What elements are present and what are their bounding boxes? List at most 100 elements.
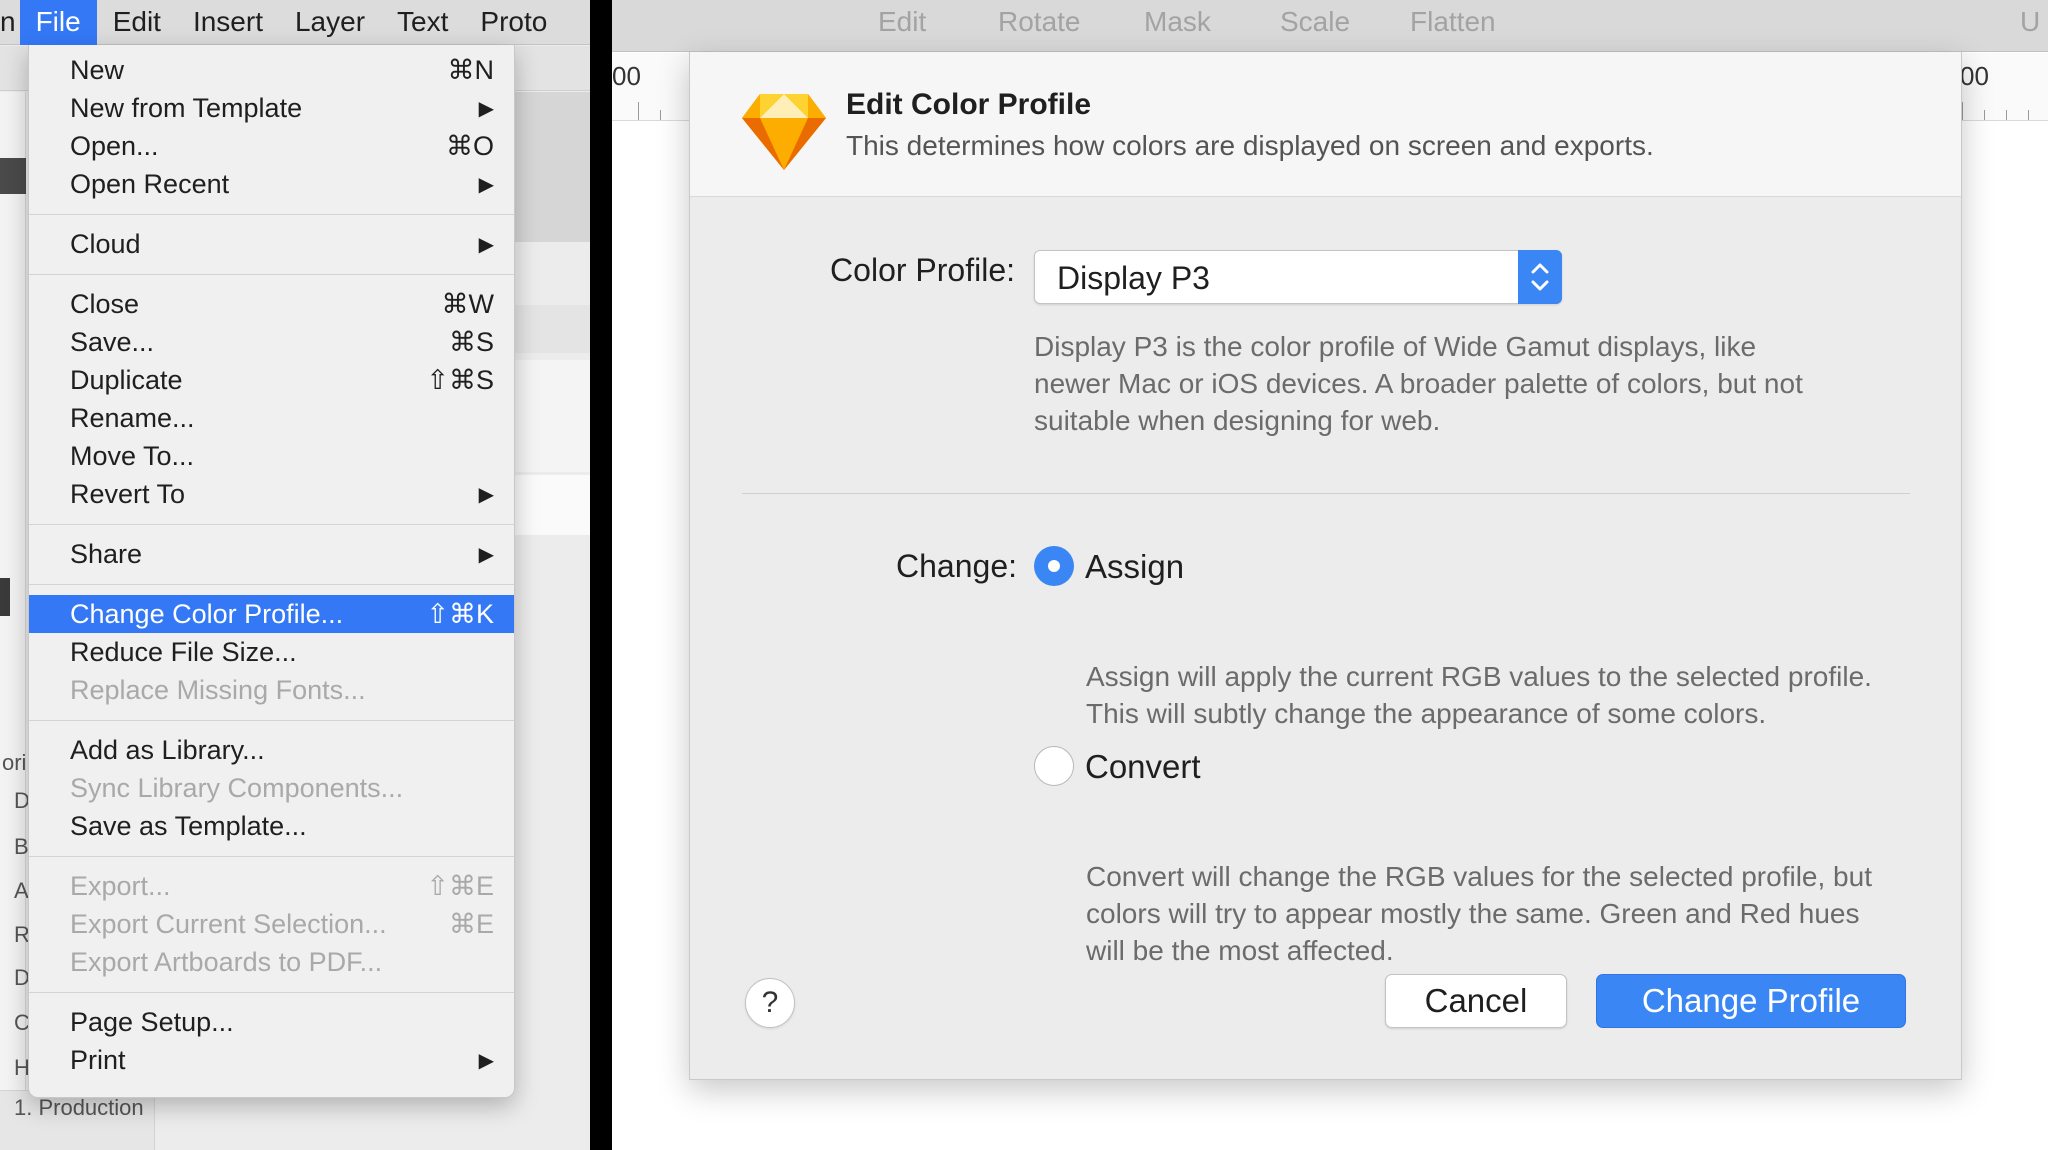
menu-item-label: New (70, 54, 125, 85)
color-profile-description: Display P3 is the color profile of Wide … (1034, 331, 1803, 436)
menu-item-close[interactable]: Close ⌘W (29, 285, 514, 323)
toolbar-union-button[interactable]: U (2020, 6, 2040, 38)
change-label: Change: (896, 548, 1017, 584)
background-layer-list (0, 92, 26, 1150)
color-profile-label: Color Profile: (830, 252, 1015, 288)
menu-bar-item-prototyping[interactable]: Proto (464, 0, 563, 45)
background-layer-item[interactable]: B (14, 834, 29, 860)
help-button[interactable]: ? (745, 978, 795, 1028)
ruler-tick (660, 110, 661, 120)
color-profile-value: Display P3 (1057, 260, 1210, 296)
toolbar-rotate-button[interactable]: Rotate (998, 6, 1081, 38)
toolbar-scale-button[interactable]: Scale (1280, 6, 1350, 38)
file-menu: New ⌘N New from Template ▶ Open... ⌘O Op… (28, 45, 515, 1098)
menu-item-label: Open Recent (70, 168, 230, 199)
menu-item-rename[interactable]: Rename... (29, 399, 514, 437)
toolbar-edit-button[interactable]: Edit (878, 6, 926, 38)
dialog-separator (742, 493, 1910, 494)
dialog-subtitle: This determines how colors are displayed… (846, 130, 1654, 161)
background-thumbnail (0, 578, 10, 616)
menu-item-label: Page Setup... (70, 1006, 234, 1037)
menu-item-reduce-file-size[interactable]: Reduce File Size... (29, 633, 514, 671)
menu-item-cloud[interactable]: Cloud ▶ (29, 225, 514, 263)
menu-item-page-setup[interactable]: Page Setup... (29, 1003, 514, 1041)
menu-item-print[interactable]: Print ▶ (29, 1041, 514, 1079)
menu-separator (29, 584, 514, 585)
menu-separator (29, 274, 514, 275)
menu-item-shortcut: ⇧⌘S (426, 364, 494, 395)
background-inspector-row (515, 305, 590, 353)
menu-item-add-as-library[interactable]: Add as Library... (29, 731, 514, 769)
menu-bar-item-edit[interactable]: Edit (97, 0, 177, 45)
submenu-arrow-icon: ▶ (478, 173, 494, 196)
chevron-up-down-icon[interactable] (1518, 250, 1562, 304)
ruler-tick (2028, 110, 2029, 120)
menu-item-label: Save... (70, 326, 155, 357)
background-thumbnail (0, 158, 26, 194)
menu-separator (29, 524, 514, 525)
menu-item-duplicate[interactable]: Duplicate ⇧⌘S (29, 361, 514, 399)
page-list-item-production[interactable]: 1. Production (14, 1095, 144, 1121)
background-layer-item[interactable]: ori (2, 750, 26, 776)
menu-item-revert-to[interactable]: Revert To ▶ (29, 475, 514, 513)
menu-item-label: Move To... (70, 440, 195, 471)
background-inspector-panel (515, 360, 590, 472)
sketch-window-left: ori D B A R D C H 1. Production n File E… (0, 0, 590, 1150)
assign-radio-label[interactable]: Assign (1085, 548, 1184, 586)
color-profile-select[interactable]: Display P3 (1034, 250, 1562, 304)
menu-item-label: Change Color Profile... (70, 598, 344, 629)
menu-separator (29, 214, 514, 215)
menu-item-label: Sync Library Components... (70, 772, 404, 803)
menu-bar-item-text[interactable]: Text (381, 0, 464, 45)
submenu-arrow-icon: ▶ (478, 1049, 494, 1072)
menu-item-export-artboards-to-pdf: Export Artboards to PDF... (29, 943, 514, 981)
menu-item-open[interactable]: Open... ⌘O (29, 127, 514, 165)
change-profile-button[interactable]: Change Profile (1596, 974, 1906, 1028)
assign-radio[interactable] (1034, 546, 1074, 586)
menu-item-label: New from Template (70, 92, 303, 123)
menu-item-share[interactable]: Share ▶ (29, 535, 514, 573)
menu-item-new-from-template[interactable]: New from Template ▶ (29, 89, 514, 127)
menu-item-new[interactable]: New ⌘N (29, 51, 514, 89)
submenu-arrow-icon: ▶ (478, 233, 494, 256)
submenu-arrow-icon: ▶ (478, 97, 494, 120)
menu-item-shortcut: ⌘O (445, 130, 494, 161)
menu-bar-item-layer[interactable]: Layer (279, 0, 381, 45)
background-layer-item[interactable]: A (14, 878, 29, 904)
cancel-button[interactable]: Cancel (1385, 974, 1567, 1028)
menu-item-label: Share (70, 538, 143, 569)
menu-item-label: Export Artboards to PDF... (70, 946, 383, 977)
menu-item-label: Reduce File Size... (70, 636, 297, 667)
convert-radio-label[interactable]: Convert (1085, 748, 1201, 786)
submenu-arrow-icon: ▶ (478, 483, 494, 506)
menu-item-shortcut: ⌘S (448, 326, 494, 357)
menu-item-label: Revert To (70, 478, 186, 509)
menu-item-label: Add as Library... (70, 734, 265, 765)
menu-item-label: Open... (70, 130, 159, 161)
toolbar-flatten-button[interactable]: Flatten (1410, 6, 1496, 38)
menu-bar: n File Edit Insert Layer Text Proto (0, 0, 590, 45)
dialog-title: Edit Color Profile (846, 88, 1092, 121)
menu-item-save[interactable]: Save... ⌘S (29, 323, 514, 361)
menu-item-save-as-template[interactable]: Save as Template... (29, 807, 514, 845)
assign-description: Assign will apply the current RGB values… (1086, 661, 1872, 729)
convert-radio[interactable] (1034, 746, 1074, 786)
ruler-label: 00 (1960, 61, 1989, 91)
menu-item-open-recent[interactable]: Open Recent ▶ (29, 165, 514, 203)
menu-item-label: Save as Template... (70, 810, 307, 841)
menu-item-change-color-profile[interactable]: Change Color Profile... ⇧⌘K (29, 595, 514, 633)
menu-item-shortcut: ⌘N (447, 54, 495, 85)
menu-separator (29, 992, 514, 993)
toolbar: Edit Rotate Mask Scale Flatten U (612, 0, 2048, 52)
edit-color-profile-dialog: Edit Color Profile This determines how c… (689, 52, 1962, 1080)
menu-item-move-to[interactable]: Move To... (29, 437, 514, 475)
menu-item-replace-missing-fonts: Replace Missing Fonts... (29, 671, 514, 709)
ruler-tick (1984, 110, 1985, 120)
menu-bar-item-insert[interactable]: Insert (177, 0, 279, 45)
toolbar-mask-button[interactable]: Mask (1144, 6, 1211, 38)
ruler-tick (638, 102, 639, 120)
submenu-arrow-icon: ▶ (478, 543, 494, 566)
menu-bar-item-file[interactable]: File (19, 0, 97, 45)
radio-selected-dot (1048, 560, 1060, 572)
menu-bar-item-app[interactable]: n (0, 0, 20, 45)
